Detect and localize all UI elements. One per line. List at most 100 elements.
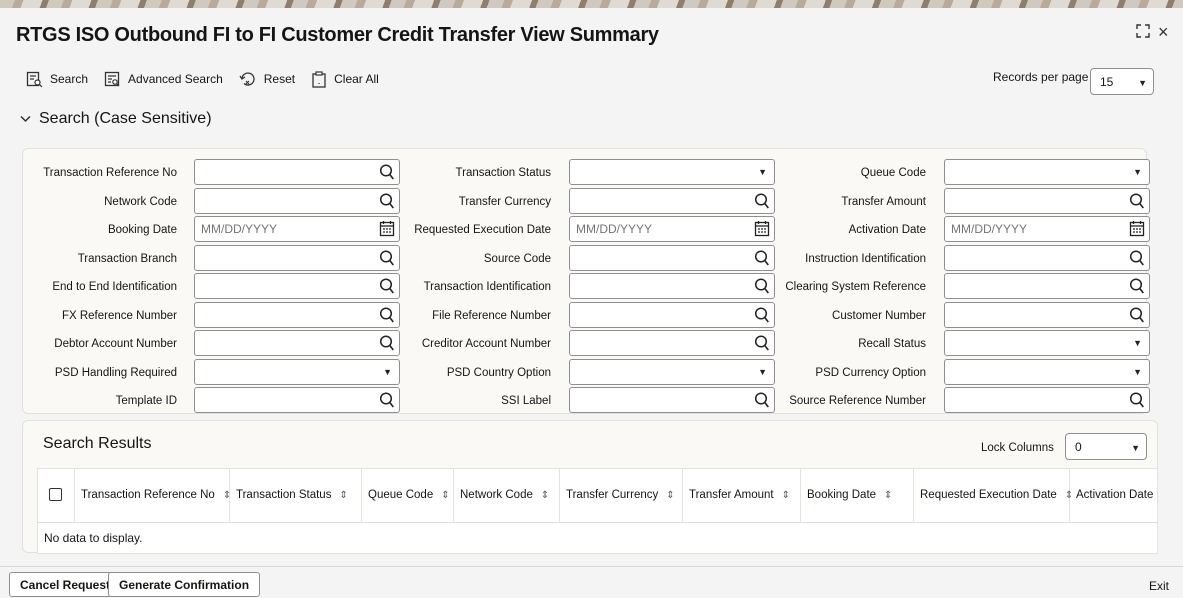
advanced-search-button[interactable]: Advanced Search: [104, 71, 223, 88]
search-section-title: Search (Case Sensitive): [39, 110, 212, 127]
booking-date-label: Booking Date: [107, 224, 177, 236]
instruction-identification-label: Instruction Identification: [805, 252, 926, 265]
file-reference-number-input[interactable]: [569, 301, 775, 328]
column-header-label: Network Code: [460, 489, 533, 501]
cancel-request-button[interactable]: Cancel Request: [9, 572, 122, 597]
activation-date-label: Activation Date: [848, 224, 926, 236]
transfer-currency-input[interactable]: [569, 187, 775, 214]
customer-number-input[interactable]: [944, 301, 1150, 328]
exit-button[interactable]: Exit: [1149, 579, 1169, 593]
sort-icon[interactable]: ⇕: [782, 490, 790, 501]
search-icon[interactable]: [754, 306, 770, 327]
search-icon[interactable]: [379, 391, 395, 412]
chevron-down-icon: ▼: [1138, 78, 1147, 88]
calendar-icon[interactable]: [379, 220, 395, 240]
search-icon[interactable]: [379, 192, 395, 213]
transfer-currency-label: Transfer Currency: [458, 195, 551, 208]
search-button[interactable]: Search: [26, 71, 88, 88]
calendar-icon[interactable]: [754, 220, 770, 240]
empty-table-message: No data to display.: [44, 531, 143, 545]
sort-icon[interactable]: ⇕: [666, 490, 674, 501]
search-icon[interactable]: [379, 306, 395, 327]
end-to-end-identification-label: End to End Identification: [52, 281, 177, 293]
generate-confirmation-button[interactable]: Generate Confirmation: [108, 572, 261, 597]
transaction-reference-no-label: Transaction Reference No: [43, 167, 177, 179]
date-placeholder: MM/DD/YYYY: [201, 222, 278, 236]
close-icon[interactable]: ×: [1158, 22, 1169, 43]
search-icon[interactable]: [379, 277, 395, 298]
calendar-icon[interactable]: [1129, 220, 1145, 240]
queue-code-label: Queue Code: [860, 167, 926, 179]
psd-country-option-select[interactable]: ▼: [569, 358, 775, 385]
ssi-label-input[interactable]: [569, 387, 775, 413]
column-header-network-code[interactable]: Network Code ⇕: [454, 469, 560, 523]
column-header-transfer-amount[interactable]: Transfer Amount ⇕: [683, 469, 801, 523]
clearing-system-reference-input[interactable]: [944, 273, 1150, 299]
search-button-label: Search: [50, 72, 89, 86]
clear-all-button[interactable]: Clear All: [311, 70, 379, 88]
column-header-activation-date[interactable]: Activation Date: [1070, 469, 1159, 523]
records-per-page-select[interactable]: 15 ▼: [1090, 68, 1154, 95]
sort-icon[interactable]: ⇕: [541, 490, 549, 501]
column-header-transaction-status[interactable]: Transaction Status ⇕: [230, 469, 362, 523]
search-icon[interactable]: [1129, 391, 1145, 412]
debtor-account-number-input[interactable]: [194, 330, 400, 356]
fx-reference-number-input[interactable]: [194, 301, 400, 328]
creditor-account-number-input[interactable]: [569, 330, 775, 356]
sort-icon[interactable]: ⇕: [339, 490, 347, 501]
chevron-down-icon: ▼: [1133, 167, 1142, 177]
search-icon[interactable]: [379, 163, 395, 184]
select-all-checkbox[interactable]: [49, 488, 62, 501]
search-icon[interactable]: [379, 249, 395, 270]
search-icon[interactable]: [1129, 249, 1145, 270]
column-header-transaction-reference-no[interactable]: Transaction Reference No ⇕: [75, 469, 231, 523]
reset-button[interactable]: Reset: [239, 71, 295, 88]
transaction-reference-no-input[interactable]: [194, 159, 400, 185]
search-icon[interactable]: [754, 192, 770, 213]
activation-date-date-field[interactable]: MM/DD/YYYY: [944, 216, 1150, 242]
requested-execution-date-date-field[interactable]: MM/DD/YYYY: [569, 216, 775, 242]
search-icon[interactable]: [379, 334, 395, 355]
search-results-title: Search Results: [43, 435, 152, 452]
column-header-booking-date[interactable]: Booking Date ⇕: [801, 469, 914, 523]
search-section-toggle[interactable]: Search (Case Sensitive): [20, 110, 212, 128]
instruction-identification-input[interactable]: [944, 244, 1150, 271]
transfer-amount-label: Transfer Amount: [841, 195, 926, 208]
search-icon[interactable]: [754, 391, 770, 412]
column-header-label: Queue Code: [368, 489, 434, 501]
lock-columns-select[interactable]: 0 ▼: [1065, 433, 1147, 460]
transaction-status-select[interactable]: ▼: [569, 159, 775, 185]
queue-code-select[interactable]: ▼: [944, 159, 1150, 185]
psd-currency-option-select[interactable]: ▼: [944, 358, 1150, 385]
recall-status-select[interactable]: ▼: [944, 330, 1150, 356]
search-icon[interactable]: [754, 334, 770, 355]
psd-handling-required-select[interactable]: ▼: [194, 358, 400, 385]
search-icon[interactable]: [754, 249, 770, 270]
column-header-label: Transaction Status: [236, 489, 332, 501]
expand-icon[interactable]: [1136, 24, 1150, 43]
source-code-label: Source Code: [483, 252, 551, 265]
network-code-input[interactable]: [194, 187, 400, 214]
source-reference-number-label: Source Reference Number: [789, 395, 926, 407]
results-table-header: Transaction Reference No ⇕ Transaction Sta…: [38, 469, 1157, 523]
transfer-amount-input[interactable]: [944, 187, 1150, 214]
column-header-transfer-currency[interactable]: Transfer Currency ⇕: [560, 469, 683, 523]
source-code-input[interactable]: [569, 244, 775, 271]
chevron-down-icon: ▼: [1133, 366, 1142, 377]
search-icon[interactable]: [754, 277, 770, 298]
column-header-requested-execution-date[interactable]: Requested Execution Date ⇕: [914, 469, 1073, 523]
sort-icon[interactable]: ⇕: [441, 490, 449, 501]
transaction-branch-input[interactable]: [194, 244, 400, 271]
results-table: Transaction Reference No ⇕ Transaction Sta…: [37, 468, 1158, 554]
sort-icon[interactable]: ⇕: [884, 490, 892, 501]
requested-execution-date-label: Requested Execution Date: [414, 224, 551, 236]
transaction-identification-input[interactable]: [569, 273, 775, 299]
search-icon[interactable]: [1129, 192, 1145, 213]
search-icon[interactable]: [1129, 277, 1145, 298]
search-icon[interactable]: [1129, 306, 1145, 327]
source-reference-number-input[interactable]: [944, 387, 1150, 413]
column-header-queue-code[interactable]: Queue Code ⇕: [362, 469, 454, 523]
template-id-input[interactable]: [194, 387, 400, 413]
end-to-end-identification-input[interactable]: [194, 273, 400, 299]
booking-date-date-field[interactable]: MM/DD/YYYY: [194, 216, 400, 242]
